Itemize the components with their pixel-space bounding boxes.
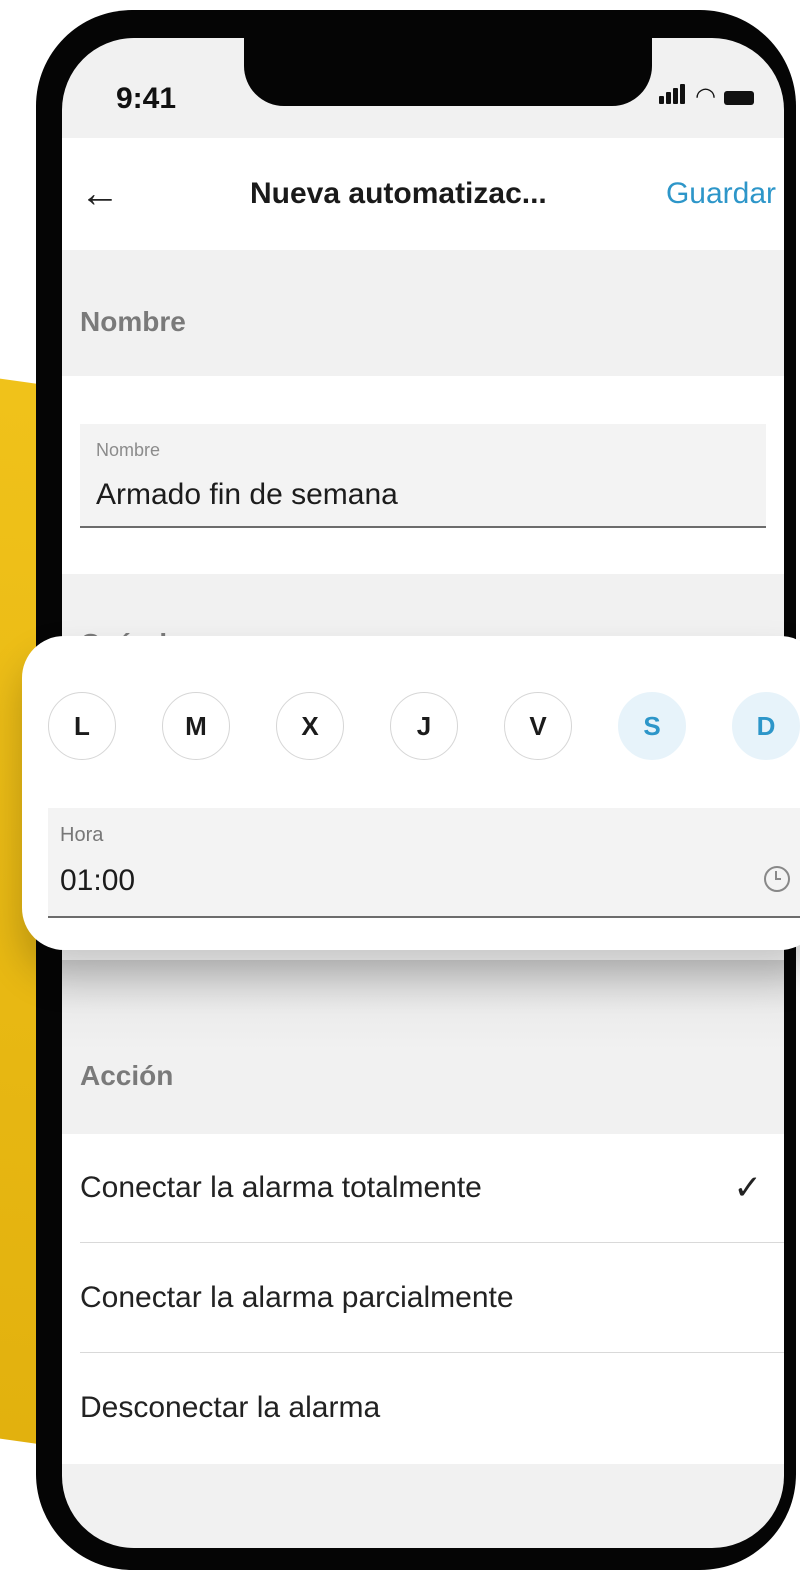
time-field-value[interactable]: 01:00 — [60, 864, 135, 898]
status-icons: ◠ — [659, 84, 754, 109]
day-saturday[interactable]: S — [618, 692, 686, 760]
action-option-full[interactable]: Conectar la alarma totalmente ✓ — [80, 1134, 784, 1243]
section-title: Nombre — [80, 306, 186, 337]
name-field-value[interactable]: Armado fin de semana — [96, 478, 398, 512]
name-section: Nombre Armado fin de semana — [62, 376, 784, 574]
day-monday[interactable]: L — [48, 692, 116, 760]
action-option-partial[interactable]: Conectar la alarma parcialmente — [80, 1244, 784, 1353]
day-wednesday[interactable]: X — [276, 692, 344, 760]
card-shadow-area — [62, 960, 784, 1050]
section-header-name: Nombre — [62, 250, 784, 376]
notch — [244, 38, 652, 106]
signal-icon — [659, 84, 687, 109]
section-title: Acción — [80, 1060, 174, 1091]
action-label: Desconectar la alarma — [80, 1391, 381, 1424]
checkmark-icon: ✓ — [733, 1169, 763, 1207]
battery-icon — [724, 91, 754, 105]
clock-icon[interactable] — [764, 866, 790, 892]
schedule-card: L M X J V S D Hora 01:00 — [22, 636, 800, 950]
name-input[interactable]: Nombre Armado fin de semana — [80, 424, 766, 528]
action-option-disconnect[interactable]: Desconectar la alarma — [80, 1354, 784, 1462]
action-list: Conectar la alarma totalmente ✓ Conectar… — [62, 1134, 784, 1464]
day-selector: L M X J V S D — [48, 692, 800, 760]
nav-bar: ← Nueva automatizac... Guardar — [62, 138, 784, 250]
time-input[interactable]: Hora 01:00 — [48, 808, 800, 918]
action-label: Conectar la alarma totalmente — [80, 1171, 482, 1204]
save-button[interactable]: Guardar — [666, 177, 776, 211]
day-thursday[interactable]: J — [390, 692, 458, 760]
page-title: Nueva automatizac... — [250, 177, 547, 210]
name-field-label: Nombre — [96, 440, 161, 460]
status-time: 9:41 — [116, 82, 177, 115]
time-field-label: Hora — [60, 824, 104, 846]
wifi-icon: ◠ — [695, 83, 716, 110]
section-header-action: Acción — [62, 1050, 784, 1134]
day-tuesday[interactable]: M — [162, 692, 230, 760]
day-friday[interactable]: V — [504, 692, 572, 760]
back-arrow-icon[interactable]: ← — [80, 172, 120, 217]
action-label: Conectar la alarma parcialmente — [80, 1281, 514, 1314]
day-sunday[interactable]: D — [732, 692, 800, 760]
